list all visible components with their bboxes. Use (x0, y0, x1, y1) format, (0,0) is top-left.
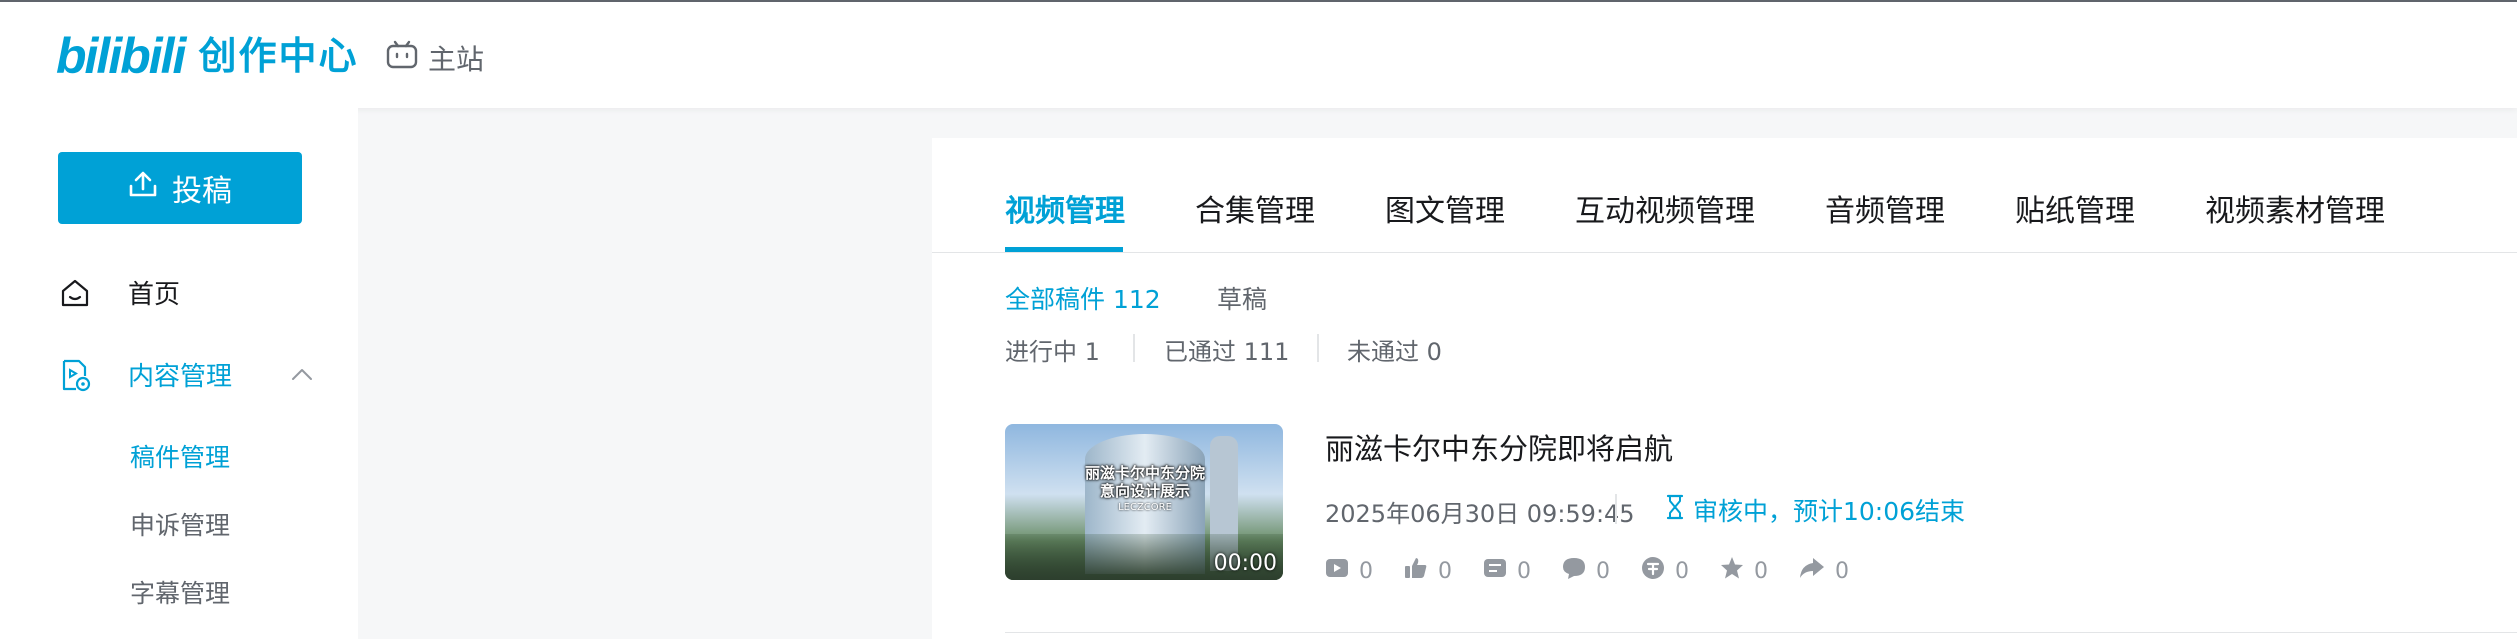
thumbnail-subcaption: LECZCORE (1118, 502, 1172, 513)
upload-icon (128, 170, 172, 206)
upload-label: 投稿 (172, 174, 232, 209)
sidebar-item-home[interactable]: 首页 (58, 274, 180, 311)
filter-all-label: 全部稿件 (1005, 285, 1106, 314)
stat-value: 0 (1596, 558, 1610, 584)
filter-divider (1317, 334, 1319, 362)
sidebar-item-label: 内容管理 (128, 362, 233, 392)
stat-likes: 0 (1404, 556, 1452, 586)
stat-value: 0 (1675, 558, 1689, 584)
video-title[interactable]: 丽滋卡尔中东分院即将启航 (1325, 426, 1673, 468)
video-publish-time: 2025年06月30日 09:59:45 (1325, 500, 1635, 528)
stat-value: 0 (1754, 558, 1768, 584)
thumbs-up-icon (1404, 556, 1438, 586)
main-site-link[interactable]: 主站 (386, 38, 484, 78)
filter-all-count: 112 (1112, 285, 1161, 314)
hourglass-icon (1665, 494, 1693, 526)
filter-divider (1133, 334, 1135, 362)
tab-sticker-management[interactable]: 贴纸管理 (2015, 186, 2135, 230)
tab-interactive-video-management[interactable]: 互动视频管理 (1575, 186, 1755, 230)
top-header: bilibili 创作中心 主站 (0, 2, 2517, 108)
play-icon (1325, 557, 1359, 585)
thumbnail-caption: 丽滋卡尔中东分院 意向设计展示 (1055, 464, 1235, 500)
tab-collection-management[interactable]: 合集管理 (1195, 186, 1315, 230)
thumbnail-caption-line1: 丽滋卡尔中东分院 (1084, 464, 1205, 482)
tab-audio-management[interactable]: 音频管理 (1825, 186, 1945, 230)
review-status: 审核中，预计10:06结束 (1665, 492, 1965, 528)
sidebar-subitem-manuscripts[interactable]: 稿件管理 (130, 438, 230, 474)
upload-button[interactable]: 投稿 (58, 152, 302, 224)
filter-in-progress-label: 进行中 (1005, 338, 1077, 366)
stat-shares: 0 (1799, 556, 1849, 586)
danmaku-icon (1483, 557, 1517, 585)
video-stats: 0 0 0 0 0 0 0 (1325, 556, 1880, 586)
filter-passed-label: 已通过 (1164, 338, 1236, 366)
filter-rejected-count: 0 (1426, 338, 1442, 366)
filter-passed[interactable]: 已通过 111 (1164, 332, 1289, 367)
stat-coins: 0 (1641, 556, 1689, 586)
main-site-label: 主站 (428, 43, 485, 76)
stat-favorites: 0 (1720, 556, 1768, 586)
video-duration: 00:00 (1213, 551, 1277, 576)
tab-article-management[interactable]: 图文管理 (1385, 186, 1505, 230)
stat-value: 0 (1517, 558, 1531, 584)
stat-value: 0 (1359, 558, 1373, 584)
stat-plays: 0 (1325, 556, 1373, 586)
tv-icon (386, 40, 428, 77)
coin-icon (1641, 556, 1675, 586)
chevron-up-icon[interactable] (290, 358, 314, 388)
comment-icon (1562, 556, 1596, 586)
sidebar: 投稿 首页 内容管理 稿件管理 申诉管理 字幕管理 (0, 108, 358, 639)
share-icon (1799, 556, 1835, 586)
review-status-text: 审核中，预计10:06结束 (1693, 497, 1966, 526)
sidebar-subitem-subtitles[interactable]: 字幕管理 (130, 574, 230, 610)
active-tab-indicator (1005, 247, 1123, 252)
meta-divider (1615, 494, 1617, 524)
tab-video-management[interactable]: 视频管理 (1005, 186, 1125, 230)
sidebar-item-label: 首页 (128, 280, 181, 310)
tab-bar: 视频管理 合集管理 图文管理 互动视频管理 音频管理 贴纸管理 视频素材管理 (932, 138, 2517, 253)
filter-rejected-label: 未通过 (1347, 338, 1419, 366)
stat-value: 0 (1835, 558, 1849, 584)
content-panel: 视频管理 合集管理 图文管理 互动视频管理 音频管理 贴纸管理 视频素材管理 全… (932, 138, 2517, 639)
video-thumbnail[interactable]: 丽滋卡尔中东分院 意向设计展示 LECZCORE 00:00 (1005, 424, 1283, 580)
bilibili-logo-mark: bilibili (56, 28, 186, 84)
filter-passed-count: 111 (1243, 338, 1290, 366)
filter-all[interactable]: 全部稿件 112 (1005, 280, 1161, 316)
filter-in-progress[interactable]: 进行中 1 (1005, 332, 1100, 367)
sidebar-item-content[interactable]: 内容管理 (58, 356, 312, 393)
stat-value: 0 (1438, 558, 1452, 584)
filter-rejected[interactable]: 未通过 0 (1347, 332, 1442, 367)
creator-center-logo[interactable]: bilibili 创作中心 (56, 28, 358, 84)
content-file-icon (58, 358, 92, 392)
stat-danmaku: 0 (1483, 556, 1531, 586)
filter-in-progress-count: 1 (1084, 338, 1100, 366)
home-icon (58, 276, 92, 310)
creator-center-title: 创作中心 (198, 34, 359, 78)
filter-drafts[interactable]: 草稿 (1217, 280, 1267, 316)
tab-video-material-management[interactable]: 视频素材管理 (2205, 186, 2385, 230)
list-row-divider (1005, 632, 2517, 633)
sidebar-subitem-appeals[interactable]: 申诉管理 (130, 506, 230, 542)
star-icon (1720, 556, 1754, 586)
stat-comments: 0 (1562, 556, 1610, 586)
thumbnail-caption-line2: 意向设计展示 (1099, 482, 1190, 500)
